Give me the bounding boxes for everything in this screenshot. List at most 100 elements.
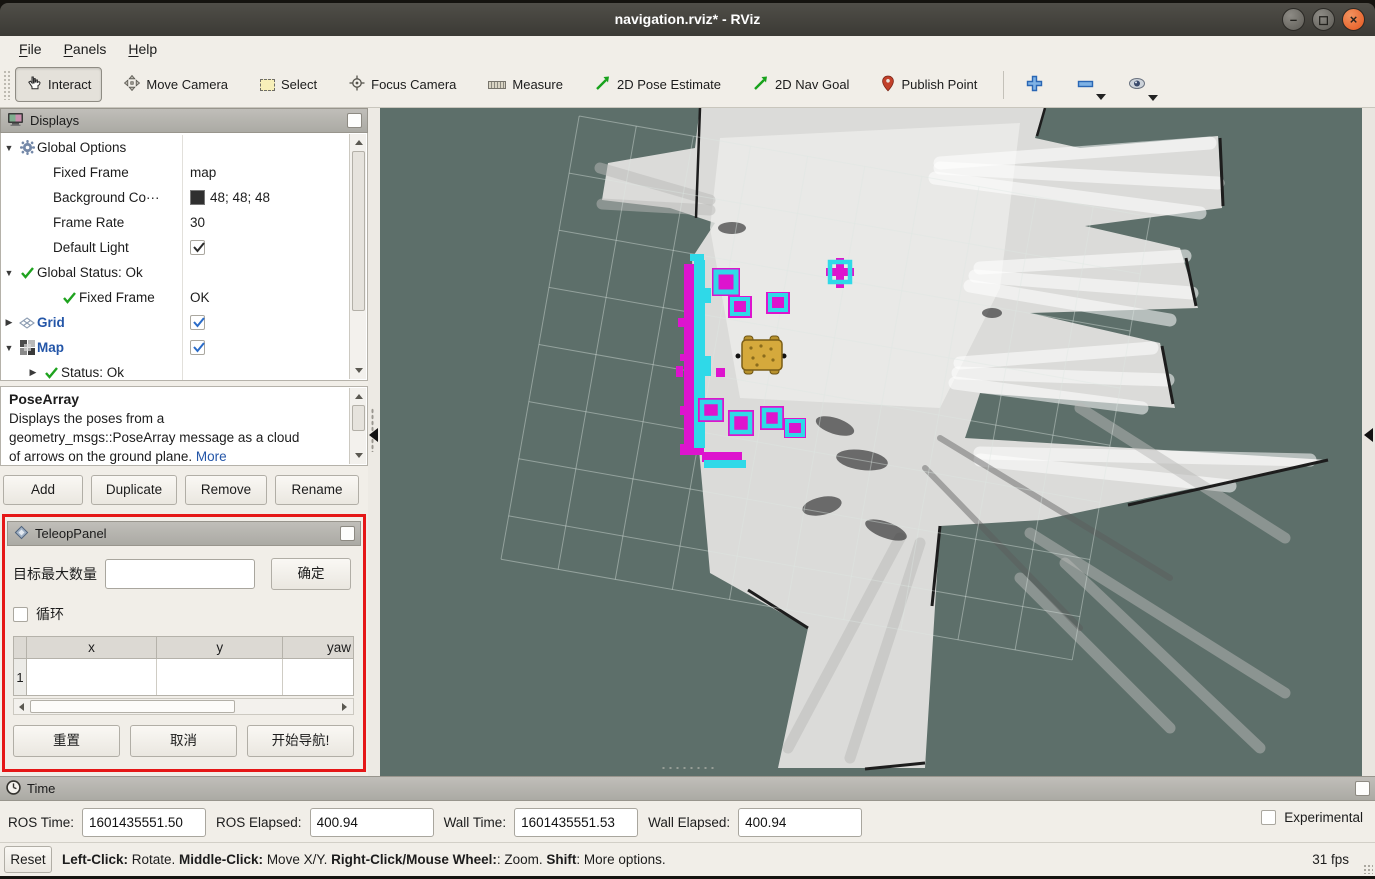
- teleop-panel-header[interactable]: TeleopPanel: [7, 521, 361, 546]
- menu-panels[interactable]: Panels: [55, 38, 116, 60]
- description-title: PoseArray: [9, 391, 79, 407]
- pose-estimate-tool-button[interactable]: 2D Pose Estimate: [585, 68, 731, 101]
- panel-splitter[interactable]: [368, 108, 380, 776]
- title-bar[interactable]: navigation.rviz* - RViz – ◻ ×: [0, 3, 1375, 36]
- tree-row-map-status[interactable]: ▶ Status: Ok: [1, 360, 347, 381]
- remove-button[interactable]: Remove: [185, 475, 267, 505]
- teleop-float-button[interactable]: [340, 526, 355, 541]
- nav-goal-tool-button[interactable]: 2D Nav Goal: [743, 68, 859, 101]
- default-light-checkbox[interactable]: [190, 240, 205, 255]
- minimize-button[interactable]: –: [1282, 8, 1305, 31]
- menu-bar: File Panels Help: [0, 36, 1375, 62]
- table-horizontal-scrollbar[interactable]: [13, 698, 354, 715]
- collapse-arrow-icon[interactable]: ▼: [1, 143, 17, 153]
- rename-button[interactable]: Rename: [275, 475, 359, 505]
- expand-arrow-icon[interactable]: ▶: [1, 317, 17, 328]
- tree-row-grid[interactable]: ▶ Grid: [1, 310, 347, 335]
- ros-time-input[interactable]: [82, 808, 206, 837]
- max-goal-input[interactable]: [105, 559, 255, 589]
- color-swatch[interactable]: [190, 190, 205, 205]
- description-scrollbar[interactable]: [349, 388, 366, 464]
- remove-tool-button[interactable]: [1067, 71, 1104, 98]
- cancel-button[interactable]: 取消: [130, 725, 237, 757]
- time-panel-header[interactable]: Time: [0, 776, 1375, 801]
- tree-row-fixed-frame-status[interactable]: Fixed Frame OK: [1, 285, 347, 310]
- focus-camera-tool-button[interactable]: Focus Camera: [339, 68, 466, 101]
- displays-panel-title: Displays: [30, 113, 79, 128]
- tree-row-global-options[interactable]: ▼ Global Options: [1, 135, 347, 160]
- scroll-right-icon[interactable]: [338, 700, 351, 713]
- chevron-down-icon: [1096, 94, 1106, 100]
- expand-arrow-icon[interactable]: ▶: [25, 367, 41, 378]
- collapse-arrow-icon[interactable]: ▼: [1, 268, 17, 278]
- collapse-handle-icon[interactable]: [369, 428, 378, 442]
- column-header-yaw[interactable]: yaw: [283, 637, 353, 658]
- displays-scrollbar[interactable]: [349, 134, 366, 379]
- fixed-frame-value[interactable]: map: [190, 165, 216, 180]
- collapse-handle-icon[interactable]: [1364, 428, 1373, 442]
- scrollbar-thumb[interactable]: [352, 151, 365, 311]
- wall-elapsed-input[interactable]: [738, 808, 862, 837]
- column-header-y[interactable]: y: [157, 637, 283, 658]
- tree-row-frame-rate[interactable]: Frame Rate 30: [1, 210, 347, 235]
- experimental-checkbox[interactable]: [1261, 810, 1276, 825]
- horizontal-splitter-handle[interactable]: [660, 766, 714, 770]
- waypoint-table: x y yaw 1: [13, 636, 354, 696]
- collapse-arrow-icon[interactable]: ▼: [1, 343, 17, 353]
- maximize-button[interactable]: ◻: [1312, 8, 1335, 31]
- move-camera-tool-button[interactable]: Move Camera: [114, 68, 238, 101]
- tree-row-fixed-frame[interactable]: Fixed Frame map: [1, 160, 347, 185]
- add-tool-button[interactable]: [1016, 69, 1053, 101]
- interact-tool-button[interactable]: Interact: [15, 67, 102, 102]
- scroll-up-icon[interactable]: [352, 136, 365, 149]
- more-link[interactable]: More: [196, 449, 227, 464]
- scroll-up-icon[interactable]: [352, 390, 365, 403]
- reset-button[interactable]: Reset: [4, 846, 52, 873]
- map-checkbox[interactable]: [190, 340, 205, 355]
- displays-panel-header[interactable]: Displays: [0, 108, 368, 133]
- teleop-panel-title: TeleopPanel: [35, 526, 107, 541]
- select-tool-button[interactable]: Select: [250, 70, 327, 99]
- publish-point-tool-button[interactable]: Publish Point: [871, 68, 987, 102]
- scroll-left-icon[interactable]: [16, 700, 29, 713]
- 3d-viewport[interactable]: [380, 108, 1362, 776]
- green-arrow-icon: [753, 75, 769, 94]
- ruler-icon: [488, 81, 506, 89]
- ros-elapsed-input[interactable]: [310, 808, 434, 837]
- confirm-button[interactable]: 确定: [271, 558, 351, 590]
- reset-goals-button[interactable]: 重置: [13, 725, 120, 757]
- row-header[interactable]: 1: [14, 659, 27, 695]
- loop-checkbox[interactable]: [13, 607, 28, 622]
- tree-row-background-color[interactable]: Background Co··· 48; 48; 48: [1, 185, 347, 210]
- cell-yaw[interactable]: [283, 659, 353, 695]
- grid-checkbox[interactable]: [190, 315, 205, 330]
- plus-icon: [1026, 80, 1043, 95]
- tree-row-default-light[interactable]: Default Light: [1, 235, 347, 260]
- menu-file[interactable]: File: [10, 38, 51, 60]
- scroll-down-icon[interactable]: [352, 364, 365, 377]
- measure-tool-button[interactable]: Measure: [478, 70, 573, 99]
- visibility-tool-button[interactable]: [1118, 71, 1156, 99]
- duplicate-button[interactable]: Duplicate: [91, 475, 177, 505]
- chevron-down-icon: [1148, 95, 1158, 101]
- column-header-x[interactable]: x: [27, 637, 157, 658]
- cell-x[interactable]: [27, 659, 157, 695]
- scrollbar-thumb[interactable]: [30, 700, 235, 713]
- toolbar-grip[interactable]: [3, 70, 11, 100]
- green-arrow-icon: [595, 75, 611, 94]
- scroll-down-icon[interactable]: [352, 449, 365, 462]
- tree-row-global-status[interactable]: ▼ Global Status: Ok: [1, 260, 347, 285]
- add-button[interactable]: Add: [3, 475, 83, 505]
- time-float-button[interactable]: [1355, 781, 1370, 796]
- wall-time-input[interactable]: [514, 808, 638, 837]
- menu-help[interactable]: Help: [119, 38, 166, 60]
- displays-float-button[interactable]: [347, 113, 362, 128]
- toolbar-separator: [1003, 71, 1004, 99]
- close-button[interactable]: ×: [1342, 8, 1365, 31]
- cell-y[interactable]: [157, 659, 283, 695]
- right-panel-collapsed-strip[interactable]: [1362, 108, 1375, 776]
- scrollbar-thumb[interactable]: [352, 405, 365, 431]
- tree-row-map[interactable]: ▼ Map: [1, 335, 347, 360]
- resize-grip[interactable]: [1363, 864, 1373, 874]
- start-navigation-button[interactable]: 开始导航!: [247, 725, 354, 757]
